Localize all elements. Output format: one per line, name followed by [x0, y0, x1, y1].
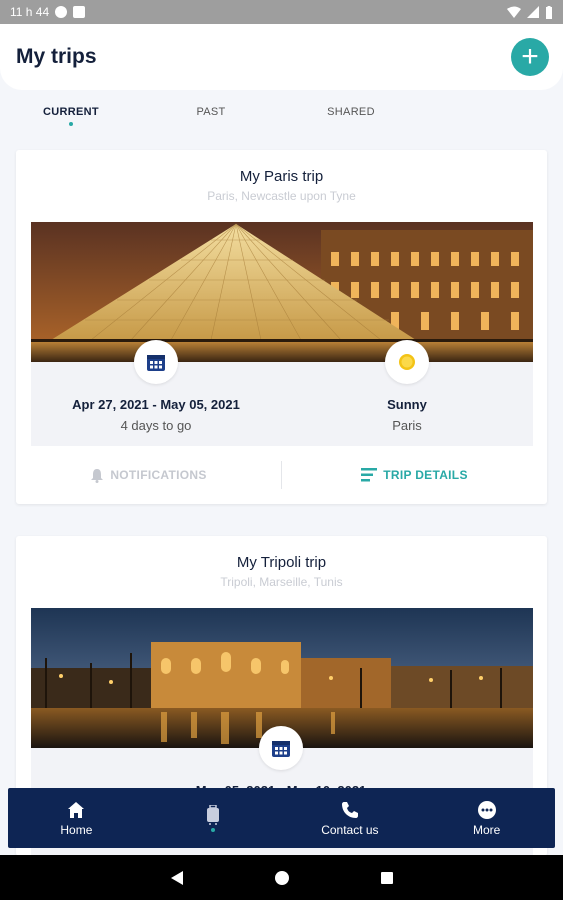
trip-card[interactable]: My Paris trip Paris, Newcastle upon Tyne	[16, 150, 547, 504]
nav-trips[interactable]	[145, 788, 282, 848]
notification-icon	[55, 6, 68, 18]
back-icon[interactable]	[170, 870, 184, 886]
nav-more[interactable]: More	[418, 788, 555, 848]
trip-title: My Tripoli trip	[236, 554, 327, 571]
tab-current[interactable]: CURRENT	[40, 106, 102, 126]
tab-shared[interactable]: SHARED	[322, 106, 380, 118]
plus-icon: +	[521, 40, 539, 73]
sun-icon	[399, 354, 415, 370]
trip-dates: Apr 27, 2021 - May 05, 2021	[72, 397, 240, 412]
trip-details-button[interactable]: TRIP DETAILS	[282, 468, 547, 482]
trip-cities: Paris, Newcastle upon Tyne	[207, 189, 356, 203]
list-icon	[361, 468, 378, 482]
trip-details-label: TRIP DETAILS	[383, 468, 468, 482]
trip-tabs: CURRENT PAST SHARED	[0, 100, 563, 134]
trip-photo-louvre	[31, 222, 533, 362]
weather-city: Paris	[392, 418, 422, 433]
more-icon	[477, 800, 496, 819]
page-title: My trips	[16, 45, 97, 68]
app-bar: My trips +	[0, 24, 563, 90]
signal-icon	[527, 6, 539, 18]
active-tab-indicator	[69, 122, 73, 126]
nav-contact[interactable]: Contact us	[282, 788, 419, 848]
calendar-icon-badge	[259, 726, 303, 770]
active-nav-indicator	[211, 827, 216, 832]
nav-label: Home	[60, 822, 93, 837]
trip-weather-block: Sunny Paris	[346, 397, 468, 433]
trip-cities: Tripoli, Marseille, Tunis	[220, 575, 343, 589]
wifi-icon	[507, 6, 521, 18]
system-navigation-bar	[0, 855, 563, 900]
calendar-icon	[272, 741, 290, 757]
luggage-icon	[207, 804, 220, 825]
bell-icon	[91, 468, 104, 483]
home-button-icon[interactable]	[274, 870, 290, 886]
trip-countdown: 4 days to go	[120, 418, 192, 433]
sd-card-icon	[73, 6, 86, 18]
trip-actions: NOTIFICATIONS TRIP DETAILS	[16, 446, 547, 504]
tab-label: PAST	[196, 106, 226, 118]
notifications-label: NOTIFICATIONS	[110, 468, 207, 482]
calendar-icon	[147, 355, 165, 371]
notifications-button[interactable]: NOTIFICATIONS	[16, 468, 281, 483]
phone-icon	[341, 801, 358, 818]
nav-label: Contact us	[321, 822, 379, 837]
status-bar: 11 h 44	[0, 0, 563, 24]
tab-label: SHARED	[327, 106, 375, 118]
add-trip-button[interactable]: +	[511, 38, 549, 76]
weather-icon-badge	[385, 340, 429, 384]
trip-dates-block: Apr 27, 2021 - May 05, 2021 4 days to go	[56, 397, 256, 433]
battery-icon	[546, 5, 552, 19]
weather-condition: Sunny	[387, 397, 427, 412]
tab-label: CURRENT	[43, 106, 99, 118]
bottom-navigation: Home Contact us More	[8, 788, 555, 848]
nav-label: More	[472, 822, 501, 837]
tab-past[interactable]: PAST	[186, 106, 236, 118]
nav-home[interactable]: Home	[8, 788, 145, 848]
home-icon	[68, 801, 85, 818]
calendar-icon-badge	[134, 340, 178, 384]
status-time: 11 h 44	[10, 5, 50, 19]
trip-title: My Paris trip	[239, 168, 324, 185]
recents-icon[interactable]	[380, 871, 394, 885]
